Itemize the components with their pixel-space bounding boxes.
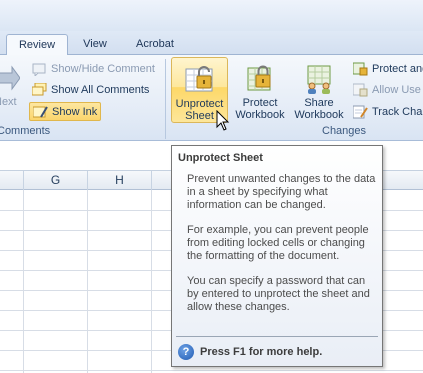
tooltip-paragraph-1: Prevent unwanted changes to the data in … bbox=[187, 173, 376, 211]
unprotect-sheet-icon bbox=[184, 63, 216, 95]
show-all-comments-icon bbox=[31, 82, 47, 97]
mouse-pointer-icon bbox=[216, 109, 230, 132]
next-comment-label: Next bbox=[0, 96, 17, 108]
next-comment-icon[interactable] bbox=[0, 63, 21, 93]
grid-column-line bbox=[151, 190, 152, 373]
share-workbook-button[interactable]: Share Workbook bbox=[290, 57, 348, 123]
help-icon: ? bbox=[178, 344, 194, 360]
column-header-h[interactable]: H bbox=[88, 171, 152, 190]
tooltip-divider bbox=[176, 336, 378, 337]
protect-and-share-label: Protect and bbox=[372, 62, 423, 75]
grid-column-line bbox=[23, 190, 24, 373]
show-ink-button[interactable]: Show Ink bbox=[29, 102, 102, 121]
comments-group-label: Comments bbox=[0, 125, 51, 137]
show-ink-icon bbox=[32, 105, 48, 119]
protect-and-share-icon bbox=[352, 62, 368, 76]
tooltip-title: Unprotect Sheet bbox=[178, 152, 263, 164]
tooltip-paragraph-3: You can specify a password that can by e… bbox=[187, 275, 370, 313]
allow-users-label: Allow Use bbox=[372, 83, 421, 96]
track-changes-button[interactable]: Track Char bbox=[350, 102, 423, 121]
ribbon-tab-bar: Review View Acrobat bbox=[0, 31, 423, 56]
track-changes-icon bbox=[352, 105, 368, 119]
tooltip-help-text: Press F1 for more help. bbox=[200, 346, 323, 358]
share-workbook-icon bbox=[303, 62, 335, 94]
show-hide-comment-label: Show/Hide Comment bbox=[51, 62, 155, 75]
grid-column-line bbox=[87, 190, 88, 373]
show-hide-comment-icon bbox=[32, 62, 47, 77]
column-header-partial[interactable] bbox=[0, 171, 24, 190]
protect-workbook-icon bbox=[244, 62, 276, 94]
unprotect-sheet-tooltip: Unprotect Sheet Prevent unwanted changes… bbox=[171, 145, 383, 367]
tooltip-help-row: ? Press F1 for more help. bbox=[178, 344, 322, 360]
column-header-g[interactable]: G bbox=[24, 171, 88, 190]
tab-acrobat[interactable]: Acrobat bbox=[124, 34, 186, 55]
ribbon-panel: Next Show/Hide Comment Show All Comments… bbox=[0, 55, 423, 141]
show-all-comments-button[interactable]: Show All Comments bbox=[29, 80, 152, 99]
show-all-comments-label: Show All Comments bbox=[51, 83, 150, 96]
share-workbook-label-line2: Workbook bbox=[294, 109, 344, 121]
allow-users-button[interactable]: Allow Use bbox=[350, 80, 423, 99]
changes-group-label: Changes bbox=[322, 125, 367, 137]
protect-workbook-label-line2: Workbook bbox=[235, 109, 285, 121]
tab-review[interactable]: Review bbox=[6, 34, 68, 56]
window-title-bar bbox=[0, 0, 423, 31]
protect-and-share-button[interactable]: Protect and bbox=[350, 59, 423, 78]
tab-view[interactable]: View bbox=[72, 34, 118, 55]
grid-row-line bbox=[0, 370, 423, 371]
group-separator bbox=[165, 59, 166, 139]
show-ink-label: Show Ink bbox=[52, 105, 98, 118]
track-changes-label: Track Char bbox=[372, 105, 423, 118]
tooltip-paragraph-2: For example, you can prevent people from… bbox=[187, 224, 369, 262]
share-workbook-label-line1: Share bbox=[304, 97, 334, 109]
allow-users-icon bbox=[352, 83, 368, 97]
show-hide-comment-button[interactable]: Show/Hide Comment bbox=[29, 59, 158, 78]
unprotect-sheet-label-line1: Unprotect bbox=[175, 98, 224, 110]
protect-workbook-label-line1: Protect bbox=[242, 97, 278, 109]
protect-workbook-button[interactable]: Protect Workbook bbox=[232, 57, 288, 123]
